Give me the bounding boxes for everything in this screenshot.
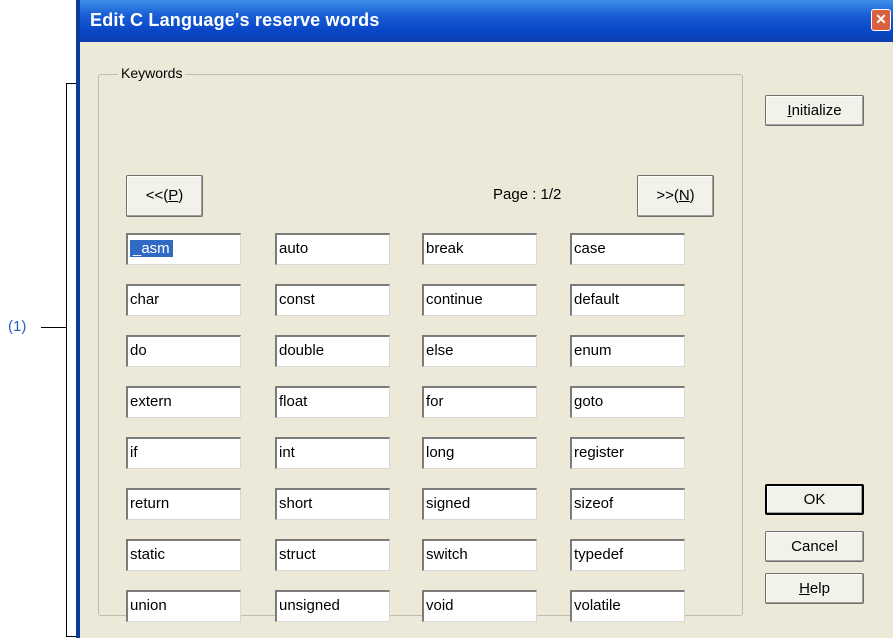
keyword-value: void [426,597,454,614]
ok-button[interactable]: OK [765,484,864,515]
keyword-field[interactable]: struct [275,539,390,571]
keyword-value: volatile [574,597,621,614]
dialog-title: Edit C Language's reserve words [90,10,380,30]
keyword-value: default [574,291,620,308]
keyword-field[interactable]: auto [275,233,390,265]
cancel-label: Cancel [791,538,838,555]
keyword-field[interactable]: char [126,284,241,316]
keyword-field[interactable]: signed [422,488,537,520]
keyword-field[interactable]: volatile [570,590,685,622]
keyword-field[interactable]: register [570,437,685,469]
keyword-field[interactable]: case [570,233,685,265]
keyword-value: do [130,342,147,359]
keyword-field[interactable]: goto [570,386,685,418]
keyword-value: case [574,240,606,257]
keyword-field[interactable]: do [126,335,241,367]
keyword-field[interactable]: else [422,335,537,367]
keyword-field[interactable]: for [422,386,537,418]
keyword-field[interactable]: const [275,284,390,316]
initialize-label: nitialize [791,102,842,119]
dialog-window: Edit C Language's reserve words ✕ Keywor… [76,0,893,638]
prev-label-post: ) [178,187,184,204]
keyword-value: return [130,495,170,512]
keyword-value: unsigned [279,597,340,614]
keyword-value: for [426,393,444,410]
next-mnemonic: N [678,187,690,204]
ok-label: OK [803,491,826,508]
keyword-field[interactable]: default [570,284,685,316]
keyword-value: enum [574,342,612,359]
prev-label-pre: <<( [145,187,169,204]
keyword-field[interactable]: long [422,437,537,469]
keyword-value: typedef [574,546,624,563]
next-page-button[interactable]: >>(N) [637,175,714,217]
help-label: elp [809,580,830,597]
help-button[interactable]: Help [765,573,864,604]
keyword-value: switch [426,546,468,563]
cancel-button[interactable]: Cancel [765,531,864,562]
keyword-field[interactable]: extern [126,386,241,418]
keyword-value: char [130,291,160,308]
callout-leader-line [41,327,67,328]
keyword-value: signed [426,495,471,512]
keywords-group-label: Keywords [118,65,186,81]
keyword-field[interactable]: union [126,590,241,622]
keyword-field[interactable]: enum [570,335,685,367]
title-bar[interactable]: Edit C Language's reserve words ✕ [80,0,893,42]
keyword-field[interactable]: int [275,437,390,469]
keyword-value: else [426,342,454,359]
keyword-field[interactable]: static [126,539,241,571]
keyword-value: short [279,495,313,512]
keyword-field[interactable]: double [275,335,390,367]
next-label-pre: >>( [656,187,679,204]
keyword-field[interactable]: switch [422,539,537,571]
keyword-field[interactable]: _asm [126,233,241,265]
keyword-value: float [279,393,308,410]
help-mnemonic: H [799,580,810,597]
close-icon: ✕ [875,11,887,27]
keyword-value: struct [279,546,316,563]
keyword-field[interactable]: return [126,488,241,520]
keyword-value: union [130,597,167,614]
keyword-field[interactable]: sizeof [570,488,685,520]
keyword-value: long [426,444,455,461]
callout-label: (1) [8,318,27,335]
keyword-value: double [279,342,325,359]
keyword-field[interactable]: typedef [570,539,685,571]
keyword-field[interactable]: if [126,437,241,469]
next-label-post: ) [689,187,695,204]
page-indicator: Page : 1/2 [493,186,562,203]
keyword-value: int [279,444,295,461]
prev-mnemonic: P [168,187,179,204]
previous-page-button[interactable]: <<(P) [126,175,203,217]
keyword-field[interactable]: break [422,233,537,265]
initialize-button[interactable]: Initialize [765,95,864,126]
keyword-value: if [130,444,138,461]
keyword-value: continue [426,291,483,308]
keyword-value: register [574,444,625,461]
keyword-value: const [279,291,315,308]
keyword-field[interactable]: continue [422,284,537,316]
keyword-field[interactable]: unsigned [275,590,390,622]
keyword-field[interactable]: short [275,488,390,520]
keyword-value: auto [279,240,309,257]
keyword-value: sizeof [574,495,614,512]
keyword-field[interactable]: void [422,590,537,622]
keyword-value: extern [130,393,172,410]
keyword-value: _asm [130,240,173,257]
keyword-field[interactable]: float [275,386,390,418]
keyword-value: static [130,546,166,563]
keyword-value: goto [574,393,604,410]
keyword-value: break [426,240,464,257]
close-button[interactable]: ✕ [871,9,891,31]
